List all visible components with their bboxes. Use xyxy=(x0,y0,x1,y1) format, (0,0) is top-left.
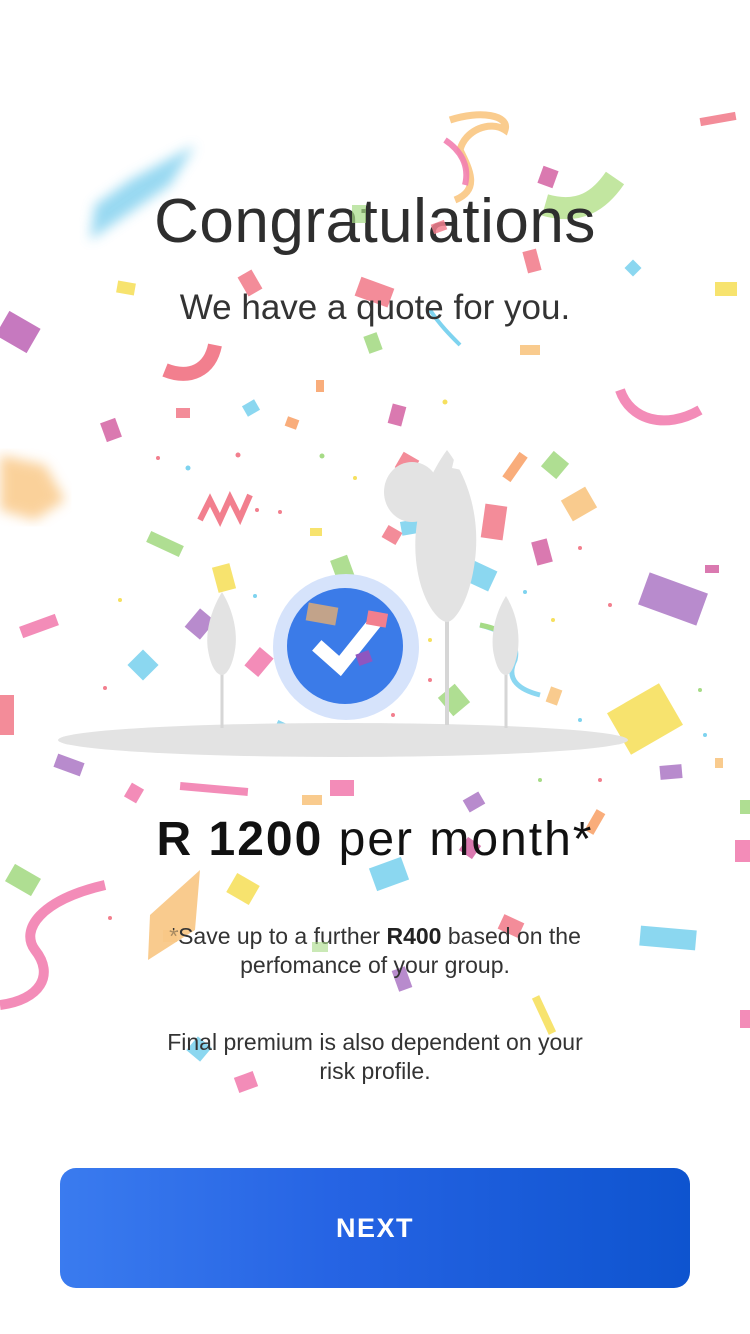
quote-price: R 1200 per month* xyxy=(0,812,750,867)
savings-note: *Save up to a further R400 based on the … xyxy=(150,922,600,980)
tree-small-right-icon xyxy=(492,596,519,728)
tree-small-left-icon xyxy=(207,592,236,728)
premium-dependency-note: Final premium is also dependent on your … xyxy=(167,1029,583,1084)
next-button[interactable]: NEXT xyxy=(60,1168,690,1288)
platform-ellipse xyxy=(58,723,628,757)
success-illustration xyxy=(58,450,628,757)
page-title: Congratulations xyxy=(154,187,596,256)
savings-amount: R400 xyxy=(386,923,442,949)
page-subtitle: We have a quote for you. xyxy=(179,288,571,327)
quote-amount: R 1200 xyxy=(156,813,324,866)
check-badge-circle xyxy=(287,588,403,704)
savings-prefix: *Save up to a further xyxy=(169,923,387,949)
quote-period: per month* xyxy=(323,813,594,866)
